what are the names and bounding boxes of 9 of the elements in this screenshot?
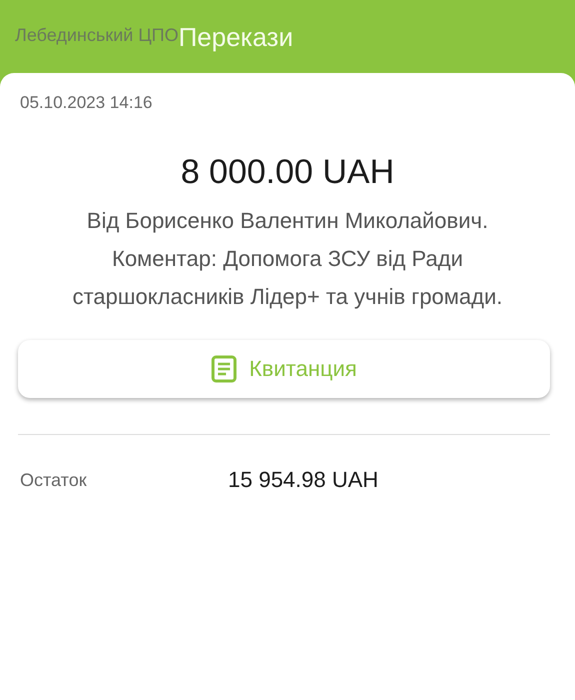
receipt-button[interactable]: Квитанция	[18, 340, 550, 398]
transfer-date: 05.10.2023 14:16	[20, 93, 152, 113]
transfer-description: Від Борисенко Валентин Миколайович. Коментар: Допомога ЗСУ від Ради старшокласників Лідер+ та учнів громади.	[71, 207, 504, 311]
screen-title: Перекази	[178, 22, 294, 53]
branch-label: Лебединський ЦПО	[15, 25, 178, 46]
document-icon	[211, 355, 238, 383]
transfer-amount: 8 000.00 UAH	[180, 153, 394, 192]
balance-value: 15 954.98 UAH	[228, 467, 378, 493]
balance-label: Остаток	[20, 470, 88, 490]
